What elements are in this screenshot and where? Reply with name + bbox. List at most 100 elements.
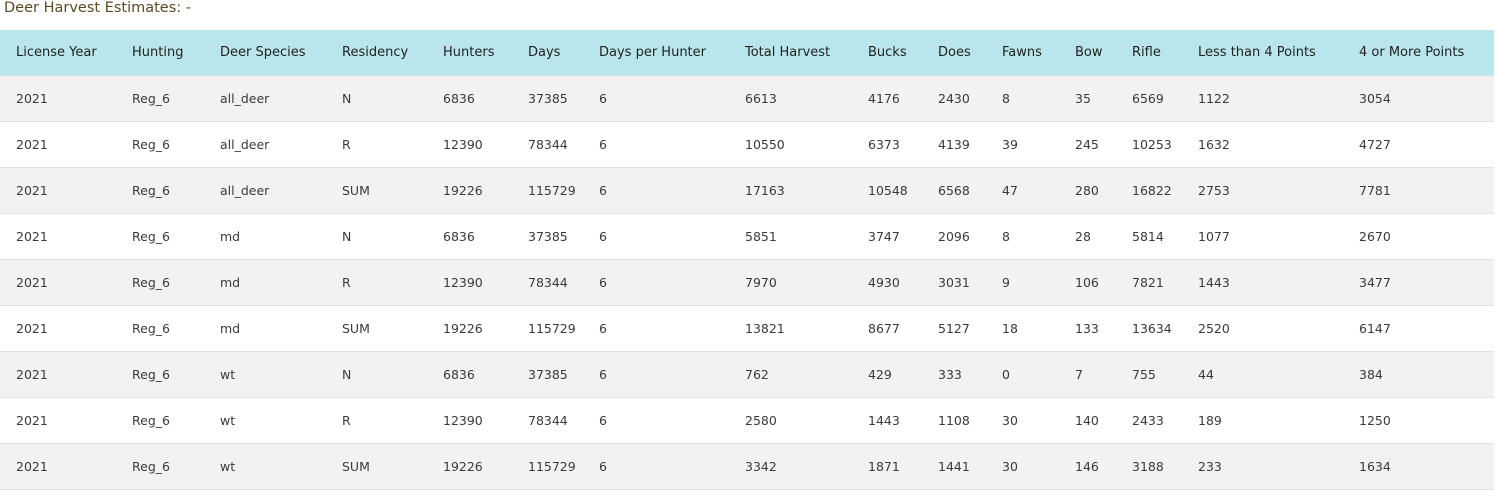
table-cell: 3342 [729,443,852,490]
table-cell: 0 [986,351,1059,398]
table-cell: Reg_6 [116,213,204,260]
column-header[interactable]: Total Harvest [729,30,852,76]
table-cell: 6 [583,305,729,352]
column-header[interactable]: Does [922,30,986,76]
column-header[interactable]: Less than 4 Points [1182,30,1343,76]
table-cell: 1632 [1182,121,1343,168]
table-row: 2021 Reg_6 wt SUM 19226 115729 6 3342 1871 1441 30… [0,443,1494,490]
table-cell: 429 [852,351,922,398]
table-cell: 12390 [427,397,512,444]
table-cell: Reg_6 [116,443,204,490]
table-cell: 3188 [1116,443,1182,490]
table-row: 2021 Reg_6 all_deer R 12390 78344 6 10550 6373 41… [0,121,1494,168]
table-cell: 10548 [852,167,922,214]
table-cell: 37385 [512,351,583,398]
table-cell: 6613 [729,75,852,122]
table-cell: 5127 [922,305,986,352]
table-cell: 6836 [427,351,512,398]
table-cell: R [326,259,427,306]
table-cell: 1443 [852,397,922,444]
table-cell: 6 [583,121,729,168]
table-row: 2021 Reg_6 all_deer SUM 19226 115729 6 17163 105… [0,167,1494,214]
column-header[interactable]: Fawns [986,30,1059,76]
table-cell: 6 [583,259,729,306]
table-cell: Reg_6 [116,351,204,398]
table-cell: 2021 [0,443,116,490]
column-header[interactable]: Hunters [427,30,512,76]
table-cell: 9 [986,259,1059,306]
table-cell: 2580 [729,397,852,444]
table-cell: 115729 [512,305,583,352]
table-cell: 1108 [922,397,986,444]
column-header[interactable]: Days per Hunter [583,30,729,76]
table-cell: 6 [583,397,729,444]
table-cell: 12390 [427,259,512,306]
column-header[interactable]: Residency [326,30,427,76]
table-cell: 10550 [729,121,852,168]
table-cell: 3031 [922,259,986,306]
column-header[interactable]: Rifle [1116,30,1182,76]
table-cell: Reg_6 [116,305,204,352]
table-cell: 13821 [729,305,852,352]
table-cell: wt [204,443,326,490]
column-header[interactable]: Hunting [116,30,204,76]
column-header[interactable]: Deer Species [204,30,326,76]
table-cell: 1634 [1343,443,1494,490]
table-cell: 2021 [0,397,116,444]
table-cell: 2021 [0,351,116,398]
column-header[interactable]: License Year [0,30,116,76]
table-cell: 146 [1059,443,1116,490]
table-cell: 39 [986,121,1059,168]
table-cell: N [326,75,427,122]
table-cell: 44 [1182,351,1343,398]
table-cell: 19226 [427,305,512,352]
table-cell: R [326,397,427,444]
table-cell: SUM [326,305,427,352]
table-cell: 1443 [1182,259,1343,306]
table-cell: md [204,259,326,306]
table-cell: 3477 [1343,259,1494,306]
table-cell: md [204,305,326,352]
table-cell: 19226 [427,167,512,214]
column-header[interactable]: Bow [1059,30,1116,76]
table-row: 2021 Reg_6 md N 6836 37385 6 5851 3747 2096 8 28 581… [0,213,1494,260]
table-cell: 19226 [427,443,512,490]
table-cell: 2430 [922,75,986,122]
table-cell: 2021 [0,167,116,214]
table-cell: all_deer [204,121,326,168]
header-row: License Year Hunting Deer Species Residency… [0,30,1494,76]
table-cell: 6569 [1116,75,1182,122]
table-cell: SUM [326,443,427,490]
column-header[interactable]: Days [512,30,583,76]
column-header[interactable]: Bucks [852,30,922,76]
table-cell: 6 [583,351,729,398]
table-cell: 13634 [1116,305,1182,352]
table-cell: R [326,121,427,168]
table-cell: 106 [1059,259,1116,306]
table-cell: 2753 [1182,167,1343,214]
table-cell: 762 [729,351,852,398]
table-cell: 384 [1343,351,1494,398]
table-cell: 1122 [1182,75,1343,122]
table-cell: 10253 [1116,121,1182,168]
harvest-table: License Year Hunting Deer Species Residency… [0,30,1494,490]
table-cell: 2021 [0,305,116,352]
table-cell: 3747 [852,213,922,260]
table-cell: 78344 [512,397,583,444]
table-cell: Reg_6 [116,167,204,214]
table-cell: 78344 [512,121,583,168]
table-cell: 6 [583,75,729,122]
table-cell: Reg_6 [116,121,204,168]
column-header[interactable]: 4 or More Points [1343,30,1494,76]
table-cell: 78344 [512,259,583,306]
table-cell: SUM [326,167,427,214]
table-header: License Year Hunting Deer Species Residency… [0,30,1494,76]
table-cell: 2096 [922,213,986,260]
table-cell: 1871 [852,443,922,490]
table-cell: 6 [583,167,729,214]
table-cell: 4727 [1343,121,1494,168]
table-cell: 5851 [729,213,852,260]
table-cell: 35 [1059,75,1116,122]
table-cell: 1077 [1182,213,1343,260]
table-cell: 6568 [922,167,986,214]
